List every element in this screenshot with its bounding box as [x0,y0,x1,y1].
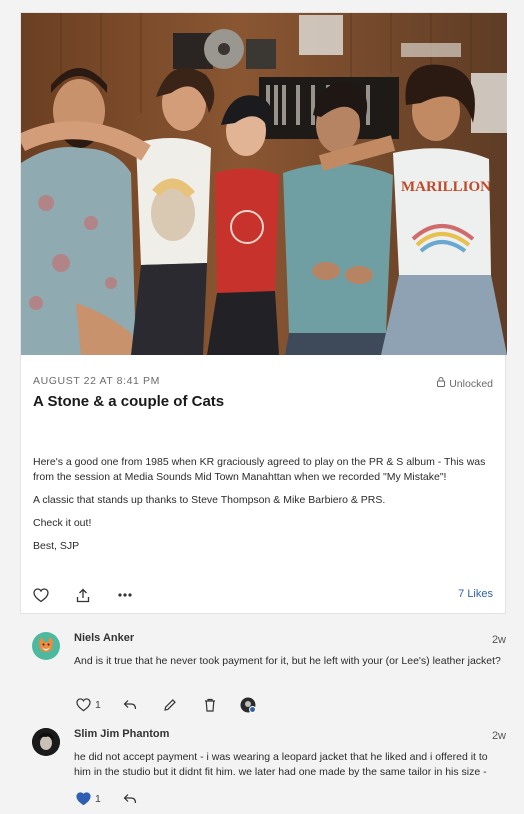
heart-icon[interactable] [31,585,51,605]
comment-like-count: 1 [95,699,101,711]
lock-label: Unlocked [449,377,493,390]
post-card: MARILLION AUGUST 22 AT 8:41 PM Unlocked [20,12,507,614]
reply-icon[interactable] [121,790,139,808]
comment-actions: 1 [74,696,257,714]
post-paragraph: Check it out! [33,517,92,529]
comment-actions: 1 [74,790,139,808]
comment-text: And is it true that he never took paymen… [74,655,501,667]
lock-icon [437,377,446,390]
avatar[interactable] [32,728,60,756]
post-meta: AUGUST 22 AT 8:41 PM Unlocked [33,375,493,391]
comment-time: 2w [491,730,506,742]
heart-icon[interactable] [74,696,92,714]
avatar[interactable] [32,632,60,660]
post-date: AUGUST 22 AT 8:41 PM [33,375,160,387]
share-icon[interactable] [73,585,93,605]
post-photo[interactable]: MARILLION [21,13,507,355]
post-paragraph: A classic that stands up thanks to Steve… [33,494,386,506]
post-actions: 7 Likes [33,585,493,607]
reply-icon[interactable] [121,696,139,714]
post-title: A Stone & a couple of Cats [33,393,225,410]
post-body: Here's a good one from 1985 when KR grac… [33,455,495,562]
comment: Niels Anker 2w And is it true that he ne… [32,632,506,716]
comment-like-count: 1 [95,793,101,805]
page: MARILLION AUGUST 22 AT 8:41 PM Unlocked [0,0,524,814]
photo-illustration: MARILLION [21,13,507,355]
likes-count-link[interactable]: 7 Likes [458,588,493,600]
heart-filled-icon[interactable] [74,790,92,808]
trash-icon[interactable] [201,696,219,714]
comment-time: 2w [491,634,506,646]
lock-status: Unlocked [437,377,493,390]
comment-author[interactable]: Niels Anker [74,632,134,644]
post-paragraph: Here's a good one from 1985 when KR grac… [33,456,486,483]
svg-text:MARILLION: MARILLION [401,179,491,195]
reaction-avatar-icon[interactable] [239,696,257,714]
more-icon[interactable] [115,585,135,605]
post-paragraph: Best, SJP [33,540,80,552]
comment-author[interactable]: Slim Jim Phantom [74,728,169,740]
edit-icon[interactable] [161,696,179,714]
comment-text: he did not accept payment - i was wearin… [74,751,488,778]
comment: Slim Jim Phantom 2w he did not accept pa… [32,728,506,812]
